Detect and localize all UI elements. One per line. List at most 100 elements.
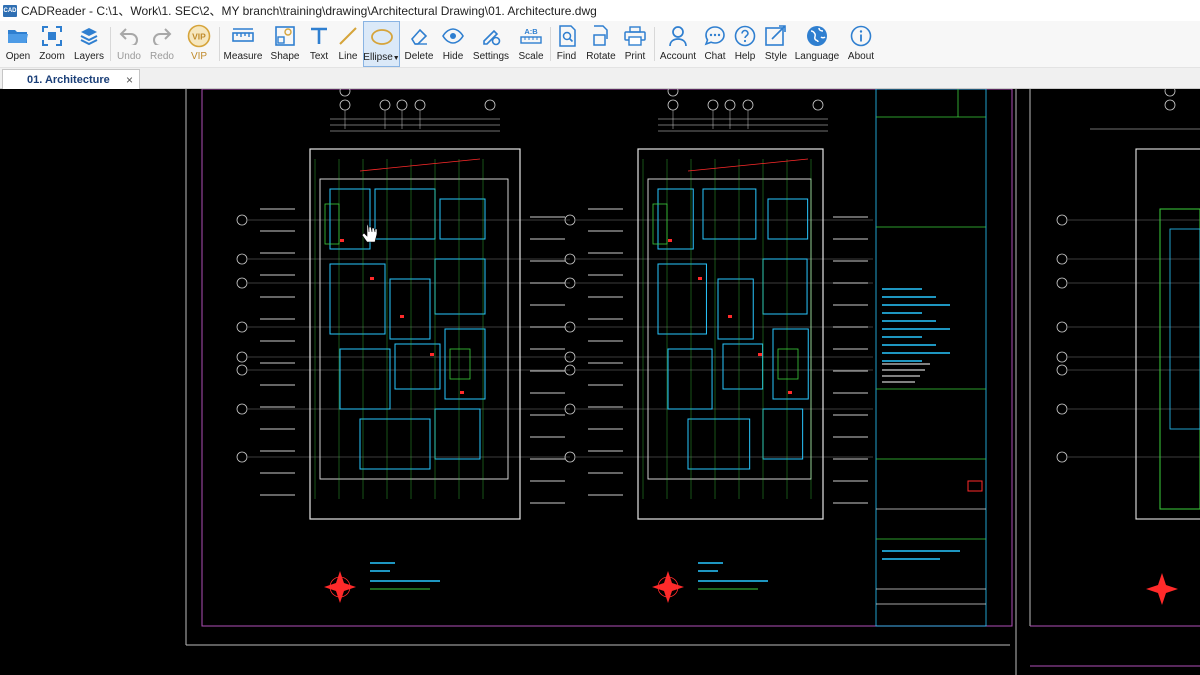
cad-drawing <box>185 89 1200 675</box>
drawing-canvas[interactable] <box>0 89 1200 675</box>
open-button[interactable]: Open <box>2 21 34 67</box>
section-line <box>687 158 809 172</box>
room-wall <box>389 278 431 340</box>
room-wall <box>722 343 764 390</box>
grid-bubble <box>484 99 496 111</box>
grid-bubble <box>339 99 351 111</box>
globe-icon <box>806 21 828 51</box>
scale-badge-text: A:B <box>524 27 538 36</box>
find-button[interactable]: Find <box>553 21 580 67</box>
help-icon <box>734 21 756 51</box>
grid-bubble <box>236 403 248 415</box>
style-icon <box>765 21 787 51</box>
measure-button[interactable]: Measure <box>223 21 263 67</box>
ellipse-label: Ellipse <box>363 52 393 63</box>
grid-bubble <box>236 451 248 463</box>
room-wall <box>329 263 386 335</box>
grid-bubble <box>742 99 754 111</box>
layers-button[interactable]: Layers <box>72 21 106 67</box>
text-tool-icon <box>309 21 329 51</box>
line-button[interactable]: Line <box>335 21 361 67</box>
room-tag <box>340 239 344 242</box>
room-tag <box>698 277 702 280</box>
room-tag <box>668 239 672 242</box>
scale-ratio-icon: A:B <box>519 21 543 51</box>
grid-bubble <box>1056 253 1068 265</box>
grid-bubble <box>1164 89 1176 97</box>
redo-button[interactable]: Redo <box>147 21 177 67</box>
grid-bubble <box>236 364 248 376</box>
document-tab-strip: 01. Architecture × <box>0 68 1200 89</box>
grid-bubble <box>339 89 351 97</box>
close-icon[interactable]: × <box>126 73 133 87</box>
toolbar-separator <box>550 27 551 61</box>
cadreader-window: CAD CADReader - C:\1、Work\1. SEC\2、MY br… <box>0 0 1200 675</box>
language-button[interactable]: Language <box>795 21 839 67</box>
room-wall <box>762 408 804 460</box>
room-wall <box>434 258 486 315</box>
app-logo: CAD <box>3 4 17 17</box>
grid-bubble <box>724 99 736 111</box>
room-tag <box>430 353 434 356</box>
find-icon <box>557 21 577 51</box>
room-wall <box>667 348 713 410</box>
toolbar-separator <box>110 27 111 61</box>
grid-bubble <box>236 214 248 226</box>
scale-button[interactable]: A:B Scale <box>515 21 547 67</box>
window-title: CADReader - C:\1、Work\1. SEC\2、MY branch… <box>21 4 597 18</box>
style-button[interactable]: Style <box>763 21 789 67</box>
fixture <box>449 348 471 380</box>
grid-bubble <box>414 99 426 111</box>
ellipse-tool-icon <box>370 22 394 52</box>
redo-icon <box>152 21 172 51</box>
delete-button[interactable]: Delete <box>403 21 435 67</box>
shape-button[interactable]: Shape <box>268 21 302 67</box>
ellipse-button[interactable]: Ellipse▼ <box>363 21 400 67</box>
grid-bubble <box>236 351 248 363</box>
vip-button[interactable]: VIP VIP <box>183 21 215 67</box>
room-wall <box>702 188 757 240</box>
rotate-icon <box>591 21 611 51</box>
toolbar-separator <box>654 27 655 61</box>
room-tag <box>370 277 374 280</box>
room-tag <box>400 315 404 318</box>
settings-button[interactable]: Settings <box>471 21 511 67</box>
grid-bubble <box>1056 364 1068 376</box>
sheet-border <box>201 89 1013 627</box>
north-arrow <box>652 571 684 603</box>
hide-button[interactable]: Hide <box>439 21 467 67</box>
account-button[interactable]: Account <box>659 21 697 67</box>
undo-icon <box>119 21 139 51</box>
rotate-button[interactable]: Rotate <box>584 21 618 67</box>
undo-button[interactable]: Undo <box>114 21 144 67</box>
room-wall <box>717 278 754 340</box>
ruler-icon <box>232 21 254 51</box>
grid-bubble <box>236 277 248 289</box>
zoom-button[interactable]: Zoom <box>36 21 68 67</box>
room-wall <box>374 188 436 240</box>
print-button[interactable]: Print <box>621 21 649 67</box>
room-tag <box>460 391 464 394</box>
fixture <box>777 348 799 380</box>
grid-bubble <box>1056 451 1068 463</box>
grid-bubble <box>379 99 391 111</box>
room-wall <box>439 198 486 240</box>
line-tool-icon <box>338 21 358 51</box>
text-button[interactable]: Text <box>305 21 333 67</box>
chat-button[interactable]: Chat <box>701 21 729 67</box>
toolbar-separator <box>219 27 220 61</box>
tab-01-architecture[interactable]: 01. Architecture × <box>2 69 140 89</box>
room-wall <box>657 263 707 335</box>
gear-icon <box>480 21 502 51</box>
help-button[interactable]: Help <box>733 21 757 67</box>
about-button[interactable]: About <box>845 21 877 67</box>
layers-icon <box>79 21 99 51</box>
grid-bubble <box>667 99 679 111</box>
info-icon <box>850 21 872 51</box>
grid-bubble <box>1164 99 1176 111</box>
north-arrow <box>324 571 356 603</box>
room-wall <box>657 188 694 250</box>
section-line <box>359 158 481 172</box>
room-tag <box>728 315 732 318</box>
grid-bubble <box>396 99 408 111</box>
